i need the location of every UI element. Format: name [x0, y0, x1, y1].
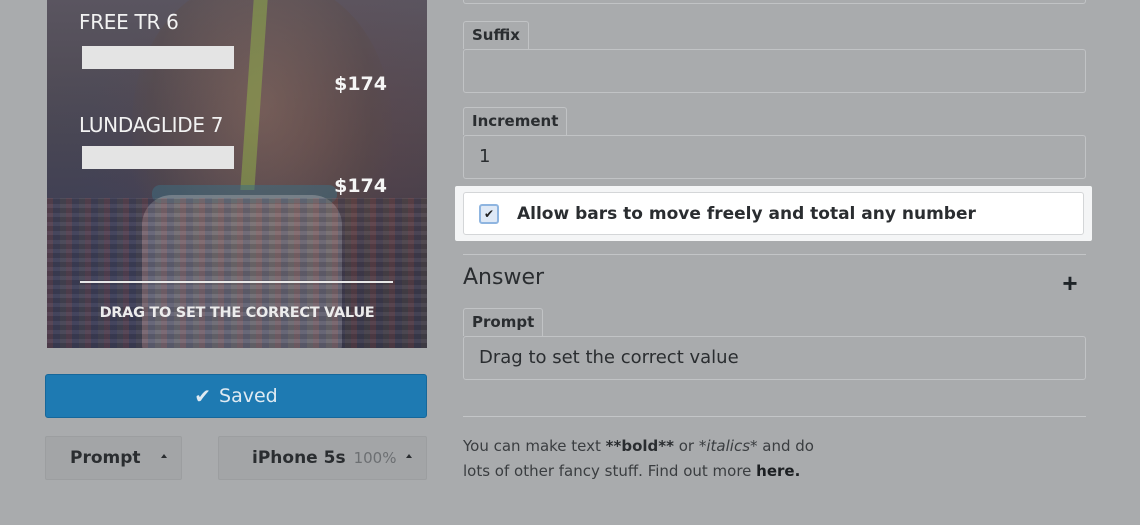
- add-answer-button[interactable]: +: [1061, 270, 1079, 296]
- increment-label: Increment: [463, 107, 568, 135]
- saved-button[interactable]: ✔ Saved: [45, 374, 427, 418]
- preview-background-crowd: [47, 198, 427, 348]
- preview-item-price: $174: [334, 73, 387, 95]
- preview-item-name: FREE TR 6: [79, 10, 179, 34]
- section-divider: [463, 254, 1086, 255]
- prompt-input[interactable]: Drag to set the correct value: [463, 336, 1086, 380]
- device-select[interactable]: iPhone 5s 100%: [218, 436, 427, 480]
- check-icon: ✔: [194, 384, 212, 408]
- help-link[interactable]: here.: [756, 462, 800, 480]
- suffix-input[interactable]: [463, 49, 1086, 93]
- view-select-label: Prompt: [70, 448, 141, 468]
- preview-card: FREE TR 6 $174 LUNDAGLIDE 7 $174 DRAG TO…: [47, 0, 427, 348]
- free-bars-checkbox[interactable]: ✔: [479, 203, 499, 224]
- preview-divider: [80, 281, 393, 283]
- caret-up-icon: [161, 454, 167, 458]
- bold-example: **bold**: [605, 437, 674, 455]
- preview-drag-bar[interactable]: [82, 46, 234, 69]
- answer-section-title: Answer: [463, 265, 545, 290]
- free-bars-highlight: ✔ Allow bars to move freely and total an…: [455, 186, 1092, 241]
- previous-field-input[interactable]: [463, 0, 1086, 4]
- view-select[interactable]: Prompt: [45, 436, 182, 480]
- section-divider: [463, 416, 1086, 417]
- free-bars-label[interactable]: Allow bars to move freely and total any …: [517, 204, 976, 224]
- saved-button-label: Saved: [219, 385, 278, 407]
- formatting-help-text: You can make text **bold** or *italics* …: [463, 437, 814, 480]
- checkmark-icon: ✔: [483, 206, 495, 221]
- increment-input[interactable]: 1: [463, 135, 1086, 179]
- prompt-label: Prompt: [463, 308, 544, 336]
- preview-drag-bar[interactable]: [82, 146, 234, 169]
- preview-item-name: LUNDAGLIDE 7: [79, 113, 224, 137]
- preview-item-price: $174: [334, 175, 387, 197]
- caret-up-icon: [406, 454, 412, 458]
- free-bars-row[interactable]: ✔ Allow bars to move freely and total an…: [463, 192, 1084, 235]
- device-select-label: iPhone 5s: [252, 448, 346, 468]
- preview-footer-text: DRAG TO SET THE CORRECT VALUE: [99, 305, 375, 321]
- italics-example: *italics*: [698, 437, 758, 455]
- suffix-label: Suffix: [463, 21, 529, 49]
- device-zoom-value: 100%: [353, 449, 397, 467]
